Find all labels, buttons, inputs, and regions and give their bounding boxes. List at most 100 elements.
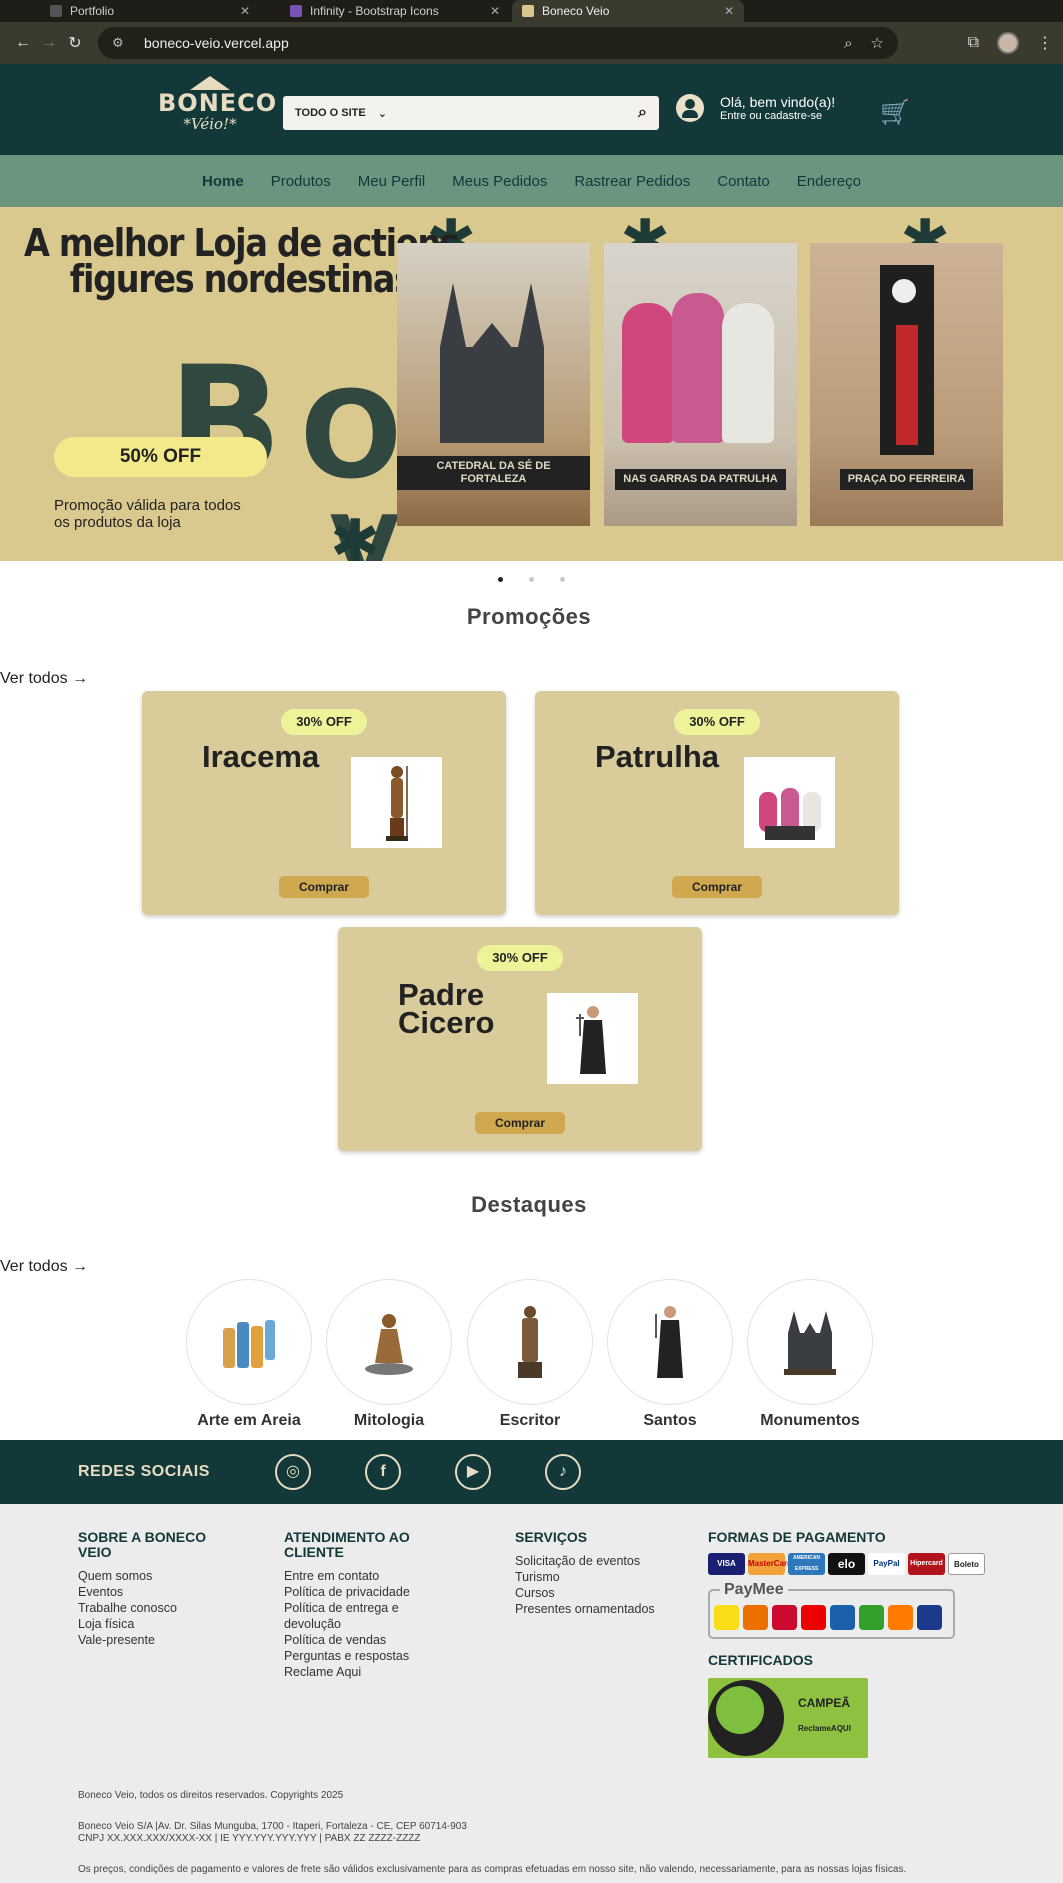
carousel-dot[interactable] [560, 577, 566, 582]
hero-photo-cathedral: CATEDRAL DA SÉ DE FORTALEZA [397, 243, 590, 526]
nav-meus-pedidos[interactable]: Meus Pedidos [452, 173, 547, 190]
payment-logos: VISA MasterCard AMERICAN EXPRESS elo Pay… [708, 1553, 1008, 1575]
footer-link[interactable]: Política de vendas [284, 1632, 434, 1648]
tab-title: Portfolio [70, 4, 115, 18]
nav-meu-perfil[interactable]: Meu Perfil [358, 173, 426, 190]
discount-badge: 30% OFF [477, 945, 563, 971]
footer-heading: SOBRE A BONECO VEIO [78, 1529, 207, 1560]
nav-home[interactable]: Home [202, 173, 244, 190]
category-santos[interactable] [607, 1279, 733, 1405]
footer-link[interactable]: Cursos [515, 1585, 655, 1601]
address-text: Boneco Veio S/A |Av. Dr. Silas Munguba, … [78, 1821, 467, 1832]
footer-link[interactable]: Entre em contato [284, 1568, 434, 1584]
search-icon[interactable]: ⌕ [638, 104, 647, 122]
featured-see-all-link[interactable]: Ver todos → [0, 1258, 88, 1276]
close-icon[interactable]: ✕ [724, 4, 734, 18]
carousel-dot[interactable] [497, 577, 503, 582]
hero-banner[interactable]: B O V ✱ ✱ ✱ ✱ A melhor Loja de actions f… [0, 207, 1063, 561]
bookmark-star-icon[interactable]: ☆ [871, 34, 884, 52]
nav-rastrear-pedidos[interactable]: Rastrear Pedidos [574, 173, 690, 190]
site-settings-icon[interactable]: ⚙ [112, 35, 130, 51]
reclame-aqui-certificate[interactable]: CAMPEÃ ReclameAQUI [708, 1678, 868, 1758]
promotions-see-all-link[interactable]: Ver todos → [0, 670, 88, 688]
footer-link[interactable]: Reclame Aqui [284, 1664, 434, 1680]
tiktok-icon[interactable]: ♪ [545, 1454, 581, 1490]
browser-tab[interactable]: Portfolio ✕ [40, 0, 260, 22]
nav-contato[interactable]: Contato [717, 173, 770, 190]
bradesco-icon [772, 1605, 797, 1630]
login-link[interactable]: Entre ou cadastre-se [720, 110, 835, 122]
nav-endereco[interactable]: Endereço [797, 173, 861, 190]
promo-card-padre-cicero: 30% OFF Padre Cicero Comprar [338, 927, 702, 1151]
instagram-icon[interactable]: ◎ [275, 1454, 311, 1490]
search-scope-select[interactable]: TODO O SITE ⌄ [295, 107, 387, 120]
browser-toolbar: ← → ↻ ⚙ boneco-veio.vercel.app ⌕ ☆ ⧉ ⋮ [0, 22, 1063, 64]
paymee-box: PayMee [708, 1581, 955, 1639]
hero-promo-badge: 50% OFF [54, 437, 267, 477]
browser-tab-active[interactable]: Boneco Veio ✕ [512, 0, 744, 22]
zoom-icon[interactable]: ⌕ [844, 35, 852, 52]
category-mitologia[interactable] [326, 1279, 452, 1405]
mastercard-icon: MasterCard [748, 1553, 792, 1575]
footer-link[interactable]: Turismo [515, 1569, 655, 1585]
cart-icon[interactable]: 🛒 [880, 98, 910, 127]
escritor-figure [518, 1306, 542, 1378]
address-bar[interactable]: ⚙ boneco-veio.vercel.app ⌕ ☆ [98, 27, 898, 59]
hero-headline: A melhor Loja de actions figures nordest… [24, 224, 460, 298]
facebook-icon[interactable]: f [365, 1454, 401, 1490]
hero-background-lettering: O [300, 367, 403, 506]
footer-link[interactable]: Trabalhe conosco [78, 1600, 228, 1616]
footer-link[interactable]: Política de entrega e devolução [284, 1600, 434, 1632]
back-icon[interactable]: ← [10, 34, 36, 52]
browser-tab[interactable]: Infinity - Bootstrap Icons ✕ [280, 0, 510, 22]
footer-link[interactable]: Perguntas e respostas [284, 1648, 434, 1664]
promotions-title: Promoções [466, 604, 592, 629]
user-account[interactable]: Olá, bem vindo(a)! Entre ou cadastre-se [676, 94, 835, 122]
profile-avatar[interactable] [997, 32, 1019, 54]
monumentos-figure [784, 1311, 836, 1375]
url-text[interactable]: boneco-veio.vercel.app [144, 35, 826, 51]
category-label[interactable]: Arte em Areia [179, 1412, 319, 1430]
buy-button[interactable]: Comprar [279, 876, 369, 898]
browser-tabstrip: Portfolio ✕ Infinity - Bootstrap Icons ✕… [0, 0, 1063, 22]
footer-link[interactable]: Vale-presente [78, 1632, 228, 1648]
social-bar: REDES SOCIAIS ◎ f ▶ ♪ [0, 1440, 1063, 1504]
reload-icon[interactable]: ↻ [62, 33, 88, 53]
category-label[interactable]: Mitologia [319, 1412, 459, 1430]
footer-link[interactable]: Quem somos [78, 1568, 228, 1584]
promo-card-patrulha: 30% OFF Patrulha Comprar [535, 691, 899, 915]
close-icon[interactable]: ✕ [490, 4, 500, 18]
amex-icon: AMERICAN EXPRESS [788, 1553, 825, 1575]
category-arte-em-areia[interactable] [186, 1279, 312, 1405]
category-monumentos[interactable] [747, 1279, 873, 1405]
buy-button[interactable]: Comprar [672, 876, 762, 898]
product-name: Padre Cicero [398, 977, 495, 1040]
cnpj-text: CNPJ XX.XXX.XXX/XXXX-XX | IE YYY.YYY.YYY… [78, 1833, 421, 1844]
footer-link[interactable]: Solicitação de eventos [515, 1553, 655, 1569]
extensions-icon[interactable]: ⧉ [968, 34, 979, 52]
youtube-icon[interactable]: ▶ [455, 1454, 491, 1490]
site-logo[interactable]: BONECO *Véio!* [158, 76, 276, 144]
hero-promo-note: Promoção válida para todos os produtos d… [54, 497, 241, 531]
category-label[interactable]: Escritor [460, 1412, 600, 1430]
footer-link[interactable]: Política de privacidade [284, 1584, 434, 1600]
menu-icon[interactable]: ⋮ [1037, 33, 1053, 53]
carousel-dot[interactable] [529, 577, 534, 582]
footer-link[interactable]: Presentes ornamentados [515, 1601, 655, 1617]
hero-headline-line2: figures nordestinas [69, 257, 414, 301]
nav-produtos[interactable]: Produtos [271, 173, 331, 190]
certificate-title: CAMPEÃ [798, 1696, 851, 1710]
buy-button[interactable]: Comprar [475, 1112, 565, 1134]
footer-heading: FORMAS DE PAGAMENTO [708, 1529, 886, 1545]
close-icon[interactable]: ✕ [240, 4, 250, 18]
paypal-icon: PayPal [868, 1553, 905, 1575]
category-label[interactable]: Santos [600, 1412, 740, 1430]
footer-link[interactable]: Eventos [78, 1584, 228, 1600]
product-image [351, 757, 442, 848]
footer-link[interactable]: Loja física [78, 1616, 228, 1632]
caixa-icon [830, 1605, 855, 1630]
category-escritor[interactable] [467, 1279, 593, 1405]
search-input[interactable] [396, 105, 629, 121]
forward-icon[interactable]: → [36, 34, 62, 52]
category-label[interactable]: Monumentos [740, 1412, 880, 1430]
